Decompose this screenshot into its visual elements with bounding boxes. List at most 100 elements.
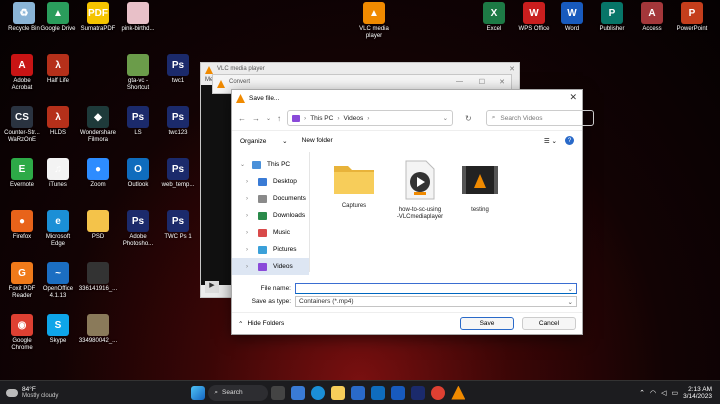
chevron-right-icon[interactable]: › <box>246 213 252 219</box>
desktop-shortcut[interactable]: ▲ Google Drive <box>36 2 80 33</box>
desktop-shortcut[interactable]: ♫ iTunes <box>36 158 80 189</box>
desktop-shortcut[interactable]: λ Half Life <box>36 54 80 85</box>
vlc-taskbar-icon[interactable] <box>451 385 466 400</box>
chevron-right-icon[interactable]: › <box>246 247 252 253</box>
desktop-shortcut[interactable]: ▲ VLC media player <box>352 2 396 40</box>
desktop-shortcut[interactable]: S Skype <box>36 314 80 345</box>
word-taskbar-icon[interactable] <box>391 385 406 400</box>
desktop-shortcut[interactable]: Ps TWC Ps 1 <box>156 210 200 241</box>
desktop-shortcut-label: LS <box>134 130 142 136</box>
cancel-button[interactable]: Cancel <box>522 317 576 330</box>
evernote-icon: E <box>11 158 33 180</box>
desktop-shortcut-label: gta-vc - Shortcut <box>126 78 150 91</box>
file-item-testing[interactable]: testing <box>450 160 510 214</box>
save-as-type-select[interactable]: Containers (*.mp4) ⌄ <box>295 296 577 307</box>
chrome-taskbar-icon[interactable] <box>431 385 446 400</box>
desktop-shortcut[interactable]: λ HLDS <box>36 106 80 137</box>
vlc-play-button[interactable]: ▶ <box>205 281 219 293</box>
desktop-shortcut[interactable]: A Access <box>630 2 674 33</box>
photoshop-taskbar-icon[interactable] <box>411 385 426 400</box>
widgets-icon[interactable] <box>291 385 306 400</box>
new-folder-button[interactable]: New folder <box>302 137 333 144</box>
nav-item-videos[interactable]: › Videos <box>232 258 309 275</box>
file-item-captures[interactable]: Captures <box>324 160 384 210</box>
chevron-down-icon[interactable]: ⌄ <box>568 285 573 293</box>
task-view-icon[interactable] <box>271 385 286 400</box>
desktop-shortcut[interactable]: P PowerPoint <box>670 2 714 33</box>
view-options-icon[interactable]: ☰ ⌄ <box>544 137 557 145</box>
chevron-down-icon[interactable]: ⌄ <box>240 161 246 168</box>
desktop-shortcut[interactable]: 334980042_... <box>76 314 120 345</box>
wifi-icon[interactable]: ◠ <box>650 389 656 397</box>
desktop-shortcut[interactable]: ◆ Wondershare Filmora <box>76 106 120 144</box>
chevron-up-icon[interactable]: ⌃ <box>639 389 645 397</box>
file-explorer-icon[interactable] <box>331 385 346 400</box>
desktop-shortcut-label: Outlook <box>127 182 149 188</box>
desktop-shortcut[interactable]: Ps LS <box>116 106 160 137</box>
dialog-close-icon[interactable]: ✕ <box>569 92 577 103</box>
weather-widget[interactable]: 84°F Mostly cloudy <box>6 386 58 400</box>
forward-icon[interactable]: → <box>252 114 260 123</box>
address-bar[interactable]: › This PC › Videos › ⌄ <box>287 110 454 126</box>
twc123-icon: Ps <box>167 106 189 128</box>
chrome-icon: ◉ <box>11 314 33 336</box>
up-icon[interactable]: ↑ <box>277 114 281 123</box>
ls-icon: Ps <box>127 106 149 128</box>
excel-icon: X <box>483 2 505 24</box>
breadcrumb-videos[interactable]: Videos <box>344 115 364 122</box>
file-name-input[interactable]: ⌄ <box>295 283 577 294</box>
nav-item-desktop[interactable]: › Desktop <box>232 173 309 190</box>
save-file-dialog[interactable]: Save file... ✕ ← → ⌄ ↑ › This PC › Video… <box>231 89 594 335</box>
nav-item-this-pc[interactable]: ⌄ This PC <box>232 156 309 173</box>
nav-item-pictures[interactable]: › Pictures <box>232 241 309 258</box>
chevron-right-icon[interactable]: › <box>246 179 252 185</box>
refresh-icon[interactable]: ↻ <box>465 114 472 123</box>
volume-icon[interactable]: ◁ <box>661 389 666 397</box>
recent-locations-icon[interactable]: ⌄ <box>266 115 271 122</box>
desktop-shortcut[interactable]: P Publisher <box>590 2 634 33</box>
desktop-shortcut-label: Excel <box>486 26 502 32</box>
battery-icon[interactable]: ▭ <box>671 389 678 397</box>
desktop-shortcut[interactable]: X Excel <box>472 2 516 33</box>
save-button[interactable]: Save <box>460 317 514 330</box>
minimize-icon[interactable]: — <box>456 78 463 85</box>
breadcrumb-this-pc[interactable]: This PC <box>310 115 333 122</box>
file-item-how-to[interactable]: how-to-sc-using -VLCmediaplayer <box>390 160 450 221</box>
desktop-shortcut[interactable]: pink-birthd... <box>116 2 160 33</box>
start-icon[interactable] <box>191 385 206 400</box>
desktop-shortcut[interactable]: ● Zoom <box>76 158 120 189</box>
nav-item-documents[interactable]: › Documents <box>232 190 309 207</box>
store-icon[interactable] <box>351 385 366 400</box>
desktop-shortcut[interactable]: Ps twc1 <box>156 54 200 85</box>
mail-icon[interactable] <box>371 385 386 400</box>
edge-taskbar-icon[interactable] <box>311 385 326 400</box>
hide-folders-button[interactable]: ⌃ Hide Folders <box>238 320 284 328</box>
vlc-close-icon[interactable]: ✕ <box>509 65 515 73</box>
chevron-right-icon[interactable]: › <box>246 230 252 236</box>
help-icon[interactable]: ? <box>565 136 574 145</box>
desktop-shortcut[interactable]: PSD <box>76 210 120 241</box>
desktop-shortcut[interactable]: Ps web_temp... <box>156 158 200 189</box>
search-box[interactable]: ⌕ Search Videos <box>485 110 594 126</box>
desktop-shortcut[interactable]: 336141916_... <box>76 262 120 293</box>
taskbar-search[interactable]: ⌕ Search <box>208 384 269 401</box>
nav-item-music[interactable]: › Music <box>232 224 309 241</box>
desktop-shortcut[interactable]: gta-vc - Shortcut <box>116 54 160 92</box>
clock[interactable]: 2:13 AM 3/14/2023 <box>683 386 712 400</box>
chevron-right-icon[interactable]: › <box>246 196 252 202</box>
desktop-shortcut[interactable]: O Outlook <box>116 158 160 189</box>
chevron-right-icon[interactable]: › <box>246 264 252 270</box>
desktop-shortcut[interactable]: PDF SumatraPDF <box>76 2 120 33</box>
desktop-shortcut[interactable]: e Microsoft Edge <box>36 210 80 248</box>
desktop-shortcut[interactable]: ~ OpenOffice 4.1.13 <box>36 262 80 300</box>
back-icon[interactable]: ← <box>238 114 246 123</box>
desktop-shortcut[interactable]: W Word <box>550 2 594 33</box>
desktop-shortcut-label: TWC Ps 1 <box>164 234 192 240</box>
address-dropdown-icon[interactable]: ⌄ <box>443 114 448 122</box>
desktop-shortcut[interactable]: Ps twc123 <box>156 106 200 137</box>
convert-close-icon[interactable]: ✕ <box>499 78 505 86</box>
organize-button[interactable]: Organize ⌄ <box>240 137 288 145</box>
maximize-icon[interactable]: ☐ <box>479 78 485 86</box>
desktop-shortcut[interactable]: Ps Adobe Photosho... <box>116 210 160 248</box>
nav-item-downloads[interactable]: › Downloads <box>232 207 309 224</box>
